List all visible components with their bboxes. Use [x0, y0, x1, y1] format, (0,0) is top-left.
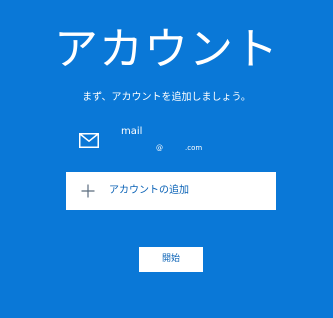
plus-icon	[81, 184, 95, 198]
add-account-button[interactable]: アカウントの追加	[66, 172, 276, 210]
account-email-at: @	[156, 144, 163, 152]
page-title: アカウント	[54, 24, 279, 75]
account-item[interactable]: mail @ .com	[76, 124, 276, 158]
account-email-domain: .com	[185, 144, 203, 152]
mail-icon	[79, 133, 99, 148]
page-subtitle: まず、アカウントを追加しましょう。	[82, 92, 251, 103]
start-button[interactable]: 開始	[139, 247, 203, 272]
account-name: mail	[121, 126, 143, 137]
add-account-label: アカウントの追加	[109, 185, 189, 196]
